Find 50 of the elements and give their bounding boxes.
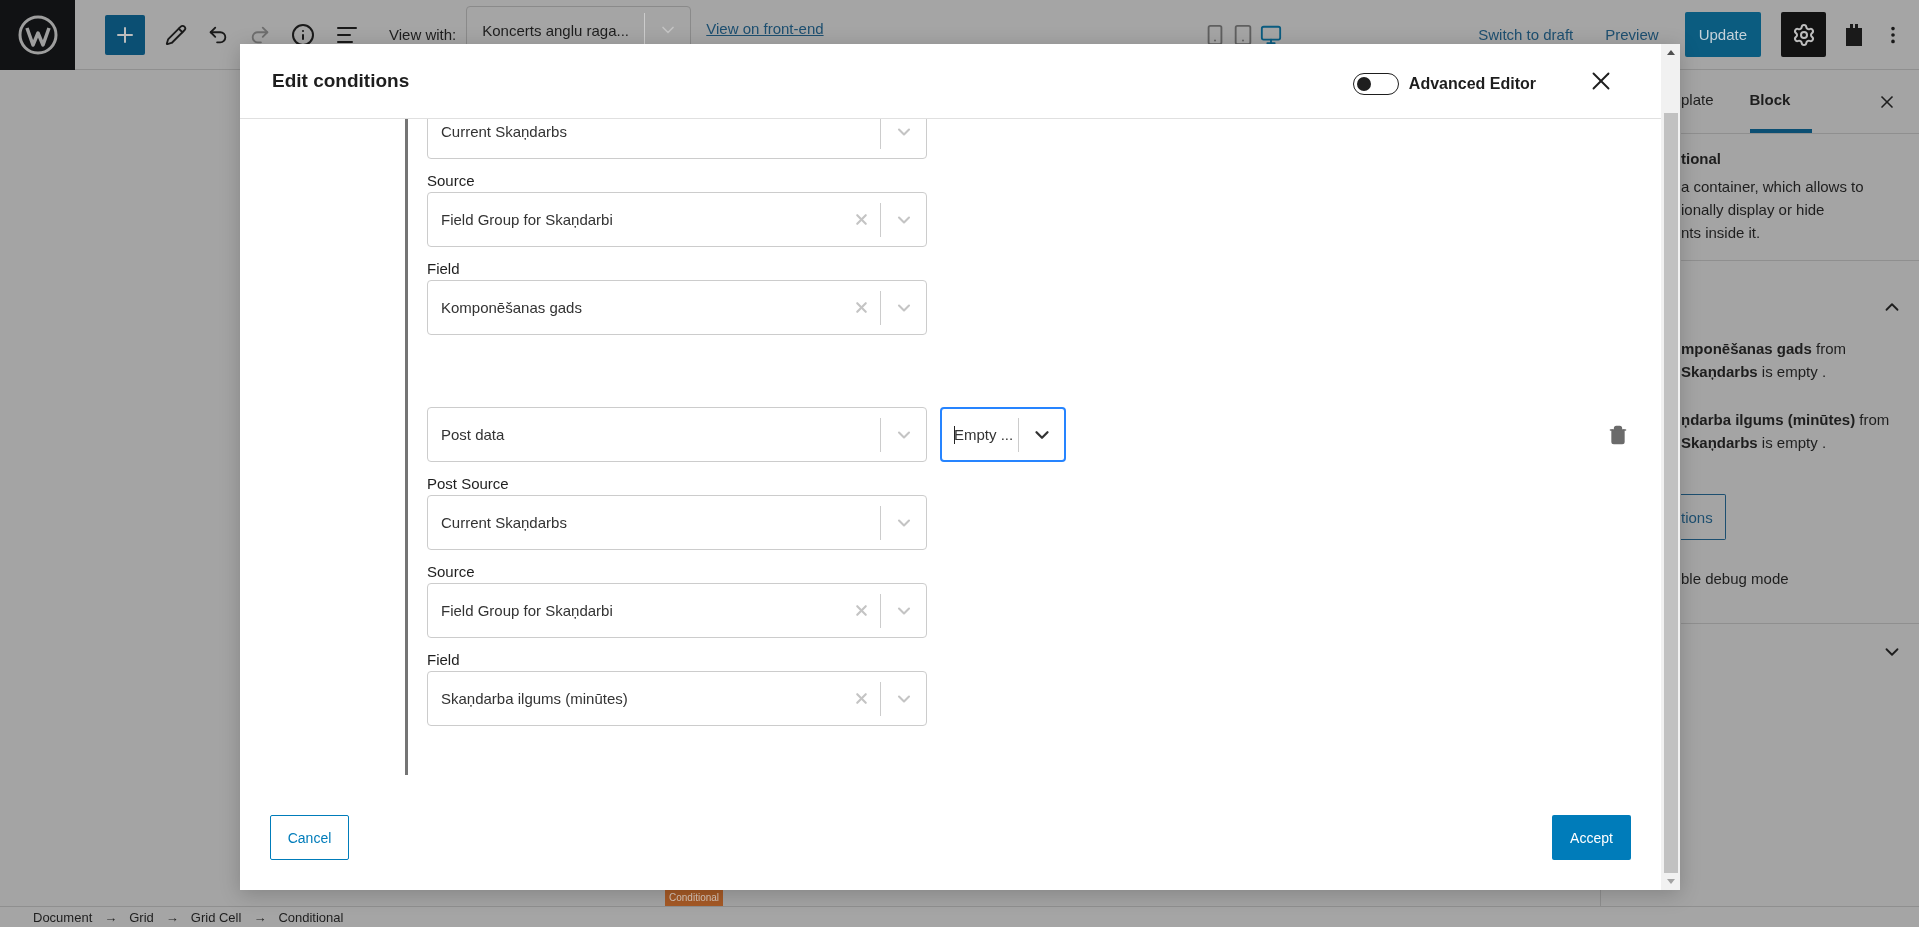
cancel-button[interactable]: Cancel (270, 815, 349, 860)
breadcrumb-separator: → (165, 909, 179, 925)
condition-summary: mponēšanas gads from (1681, 339, 1848, 359)
dialog-title: Edit conditions (272, 70, 410, 92)
breadcrumb[interactable]: Document (33, 909, 93, 925)
breadcrumb-separator: → (104, 909, 118, 925)
block-label: Conditional (665, 890, 724, 906)
block-description: nts inside it. (1681, 223, 1762, 243)
edit-conditions-button[interactable]: tions (1681, 494, 1726, 540)
select-field[interactable]: Post data (427, 407, 927, 462)
sidebar-tab[interactable]: Block (1749, 70, 1813, 133)
settings-icon (1791, 22, 1816, 47)
debug-mode-label: ble debug mode (1681, 570, 1790, 587)
condition-summary: Skaņdarbs is empty . (1681, 433, 1828, 453)
preview-link[interactable]: Preview (1599, 25, 1665, 44)
delete-icon[interactable] (1608, 424, 1628, 445)
breadcrumb-separator: → (253, 909, 267, 925)
view-with-label: View with: (389, 26, 457, 43)
desktop-preview-icon[interactable] (1260, 23, 1283, 46)
block-title: tional (1681, 150, 1722, 167)
select-field[interactable]: Current Skaņdarbs (427, 495, 927, 550)
accept-button[interactable]: Accept (1552, 815, 1631, 860)
switch-to-draft-link[interactable]: Switch to draft (1472, 25, 1580, 44)
block-description: ionally display or hide (1681, 200, 1826, 220)
advanced-editor-label: Advanced Editor (1408, 75, 1536, 93)
field-label: Post Source (427, 474, 510, 494)
operator-select[interactable]: Empty ... (940, 407, 1066, 462)
settings-button[interactable] (1781, 12, 1826, 57)
field-label: Field (427, 650, 461, 670)
front-end-link[interactable]: View on front-end (706, 20, 824, 37)
breadcrumb[interactable]: Grid (129, 909, 154, 925)
field-label: Field (427, 259, 461, 279)
select-field[interactable]: Current Skaņdarbs (427, 119, 927, 159)
breadcrumb[interactable]: Conditional (278, 909, 344, 925)
sidebar-tab[interactable]: plate (1681, 70, 1736, 133)
advanced-editor-toggle[interactable] (1352, 73, 1399, 95)
pencil-icon[interactable] (165, 23, 187, 46)
block-description: a container, which allows to (1681, 177, 1865, 197)
scroll-up-icon[interactable] (1666, 50, 1675, 55)
condition-summary: ņdarba ilgums (minūtes) from (1681, 410, 1891, 430)
breadcrumb[interactable]: Grid Cell (190, 909, 242, 925)
plugin-icon[interactable] (1844, 21, 1864, 48)
condition-summary: Skaņdarbs is empty . (1681, 362, 1828, 382)
add-block-button[interactable] (105, 14, 145, 55)
scrollbar[interactable] (1661, 44, 1680, 890)
field-label: Source (427, 171, 476, 191)
info-icon[interactable] (291, 22, 315, 47)
field-label: Source (427, 562, 476, 582)
update-button[interactable]: Update (1684, 12, 1761, 57)
wordpress-logo[interactable] (0, 0, 75, 70)
